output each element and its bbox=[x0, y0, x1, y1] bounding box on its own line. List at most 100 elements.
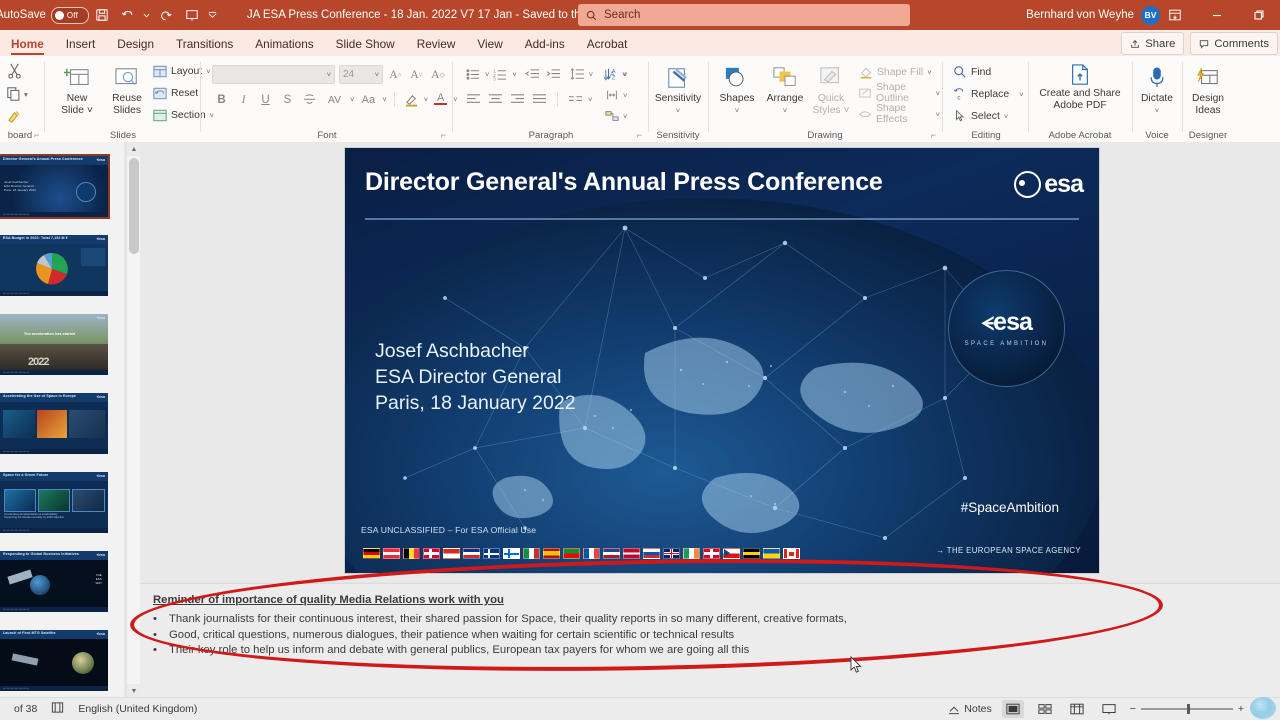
slide-thumbnail-1[interactable]: Director General's Annual Press Conferen… bbox=[0, 154, 110, 219]
shape-fill-button[interactable]: Shape Fill ˅ bbox=[858, 63, 940, 81]
clipboard-dialog-launcher[interactable]: ⌐ bbox=[34, 130, 39, 140]
bullets-icon[interactable] bbox=[464, 65, 483, 84]
clear-formatting-icon[interactable]: A ◇ bbox=[429, 65, 447, 84]
start-presentation-icon[interactable] bbox=[179, 3, 205, 27]
slide-thumbnail-7[interactable]: Launch of First MTG Satellite ᗕesa ▪▪▪▪▪… bbox=[0, 630, 108, 691]
arrange-button[interactable]: Arrange ˅ bbox=[762, 62, 808, 116]
numbering-icon[interactable]: 123 bbox=[491, 65, 510, 84]
redo-icon[interactable] bbox=[153, 3, 179, 27]
slide-thumbnail-pane[interactable]: Director General's Annual Press Conferen… bbox=[0, 142, 124, 698]
slide-sorter-icon[interactable] bbox=[1034, 700, 1056, 718]
columns-dropdown-icon[interactable]: ˅ bbox=[588, 95, 592, 104]
slide-title[interactable]: Director General's Annual Press Conferen… bbox=[365, 168, 883, 197]
restore-icon[interactable] bbox=[1238, 0, 1280, 30]
slide-thumbnail-4[interactable]: Accelerating the Use of Space in Europe … bbox=[0, 393, 108, 454]
tab-view[interactable]: View bbox=[466, 32, 513, 56]
font-size-dropdown-icon[interactable]: ˅ bbox=[375, 70, 379, 79]
font-color-button[interactable]: A bbox=[431, 90, 450, 109]
paragraph-dialog-launcher[interactable]: ⌐ bbox=[637, 130, 642, 140]
character-spacing-button[interactable]: AV bbox=[322, 90, 347, 109]
bold-button[interactable]: B bbox=[212, 90, 231, 109]
shrink-font-button[interactable]: A ˅ bbox=[408, 65, 425, 84]
shapes-button[interactable]: Shapes ˅ bbox=[714, 62, 760, 116]
underline-button[interactable]: U bbox=[256, 90, 275, 109]
slide-show-icon[interactable] bbox=[1098, 700, 1120, 718]
reading-view-icon[interactable] bbox=[1066, 700, 1088, 718]
align-left-icon[interactable] bbox=[464, 90, 483, 109]
zoom-out-button[interactable]: − bbox=[1130, 703, 1136, 715]
columns-icon[interactable] bbox=[566, 90, 585, 109]
tab-design[interactable]: Design bbox=[106, 32, 165, 56]
font-size-box[interactable]: 24 ˅ bbox=[339, 65, 383, 84]
tab-slide-show[interactable]: Slide Show bbox=[325, 32, 406, 56]
accessibility-icon[interactable] bbox=[51, 701, 64, 717]
format-painter-icon[interactable] bbox=[6, 108, 23, 130]
justify-icon[interactable] bbox=[530, 90, 549, 109]
line-spacing-dropdown-icon[interactable]: ˅ bbox=[589, 70, 593, 79]
create-share-pdf-label-2[interactable]: Adobe PDF bbox=[1053, 100, 1106, 112]
change-case-dropdown-icon[interactable]: ˅ bbox=[382, 95, 386, 104]
text-highlight-icon[interactable] bbox=[402, 90, 421, 109]
text-shadow-button[interactable]: S bbox=[278, 90, 297, 109]
quick-styles-button[interactable]: Quick Styles ˅ bbox=[808, 62, 854, 116]
scrollbar-thumb[interactable] bbox=[129, 158, 139, 254]
new-slide-button[interactable]: New Slide ˅ bbox=[54, 62, 100, 116]
design-ideas-button[interactable]: Design Ideas bbox=[1184, 62, 1232, 116]
convert-smartart-button[interactable]: ˅ bbox=[604, 107, 627, 125]
fit-slide-to-window-icon[interactable] bbox=[1250, 697, 1276, 719]
tab-home[interactable]: Home bbox=[0, 32, 55, 56]
zoom-track[interactable] bbox=[1140, 704, 1233, 714]
normal-view-icon[interactable] bbox=[1001, 700, 1024, 718]
font-name-box[interactable]: ˅ bbox=[212, 65, 335, 84]
slide-thumbnail-6[interactable]: Responding to Global Business Initiative… bbox=[0, 551, 108, 612]
character-spacing-dropdown-icon[interactable]: ˅ bbox=[350, 95, 354, 104]
undo-dropdown-icon[interactable] bbox=[141, 3, 153, 27]
minimize-icon[interactable] bbox=[1196, 0, 1238, 30]
align-center-icon[interactable] bbox=[486, 90, 505, 109]
strikethrough-icon[interactable] bbox=[300, 90, 319, 109]
scroll-up-icon[interactable]: ▲ bbox=[127, 142, 141, 156]
select-button[interactable]: Select ˅ bbox=[952, 107, 1024, 125]
thumbnail-scrollbar[interactable]: ▲ ▼ bbox=[126, 142, 141, 698]
dictate-button[interactable]: Dictate ˅ bbox=[1134, 62, 1180, 116]
font-name-dropdown-icon[interactable]: ˅ bbox=[327, 70, 331, 79]
notes-toggle-button[interactable]: Notes bbox=[948, 703, 992, 715]
comments-button[interactable]: Comments bbox=[1190, 32, 1278, 55]
grow-font-button[interactable]: A ˄ bbox=[387, 65, 404, 84]
font-dialog-launcher[interactable]: ⌐ bbox=[441, 130, 446, 140]
current-slide[interactable]: Director General's Annual Press Conferen… bbox=[345, 148, 1099, 573]
slide-thumbnail-5[interactable]: Space for a Green Future ᗕesa Accelerati… bbox=[0, 472, 108, 533]
sort-button[interactable]: AZ ˅ bbox=[604, 65, 627, 83]
tab-review[interactable]: Review bbox=[406, 32, 467, 56]
tab-acrobat[interactable]: Acrobat bbox=[576, 32, 639, 56]
ribbon-display-options-icon[interactable] bbox=[1154, 0, 1196, 30]
language-label[interactable]: English (United Kingdom) bbox=[78, 703, 197, 715]
zoom-slider[interactable]: − + bbox=[1130, 703, 1244, 715]
align-right-icon[interactable] bbox=[508, 90, 527, 109]
account-area[interactable]: Bernhard von Weyhe BV bbox=[1026, 0, 1160, 30]
increase-indent-icon[interactable] bbox=[544, 65, 563, 84]
scroll-down-icon[interactable]: ▼ bbox=[127, 684, 141, 698]
find-button[interactable]: Find bbox=[952, 63, 1024, 81]
tab-add-ins[interactable]: Add-ins bbox=[514, 32, 576, 56]
tab-transitions[interactable]: Transitions bbox=[165, 32, 244, 56]
zoom-handle[interactable] bbox=[1186, 704, 1190, 714]
align-text-button[interactable]: ˅ bbox=[604, 86, 627, 104]
customize-quick-access-icon[interactable] bbox=[205, 3, 221, 27]
shape-outline-button[interactable]: Shape Outline ˅ bbox=[858, 82, 940, 104]
shape-effects-button[interactable]: Shape Effects ˅ bbox=[858, 103, 940, 125]
share-button[interactable]: Share bbox=[1121, 32, 1185, 55]
copy-button[interactable]: ▾ bbox=[6, 86, 28, 102]
slide-canvas[interactable]: Director General's Annual Press Conferen… bbox=[140, 142, 1280, 673]
cut-icon[interactable] bbox=[6, 62, 23, 84]
tab-insert[interactable]: Insert bbox=[55, 32, 107, 56]
autosave-toggle[interactable]: Off bbox=[50, 6, 89, 24]
copy-dropdown-icon[interactable]: ▾ bbox=[24, 90, 28, 99]
save-icon[interactable] bbox=[89, 3, 115, 27]
slide-thumbnail-2[interactable]: ESA Budget in 2022: Total 7,152 M € ᗕesa… bbox=[0, 235, 108, 296]
sensitivity-button[interactable]: Sensitivity ˅ bbox=[653, 62, 703, 116]
highlight-dropdown-icon[interactable]: ˅ bbox=[424, 95, 428, 104]
slide-thumbnail-3[interactable]: 2022 The acceleration has started ᗕesa ▪… bbox=[0, 314, 108, 375]
bullets-dropdown-icon[interactable]: ˅ bbox=[485, 70, 489, 79]
italic-button[interactable]: I bbox=[234, 90, 253, 109]
